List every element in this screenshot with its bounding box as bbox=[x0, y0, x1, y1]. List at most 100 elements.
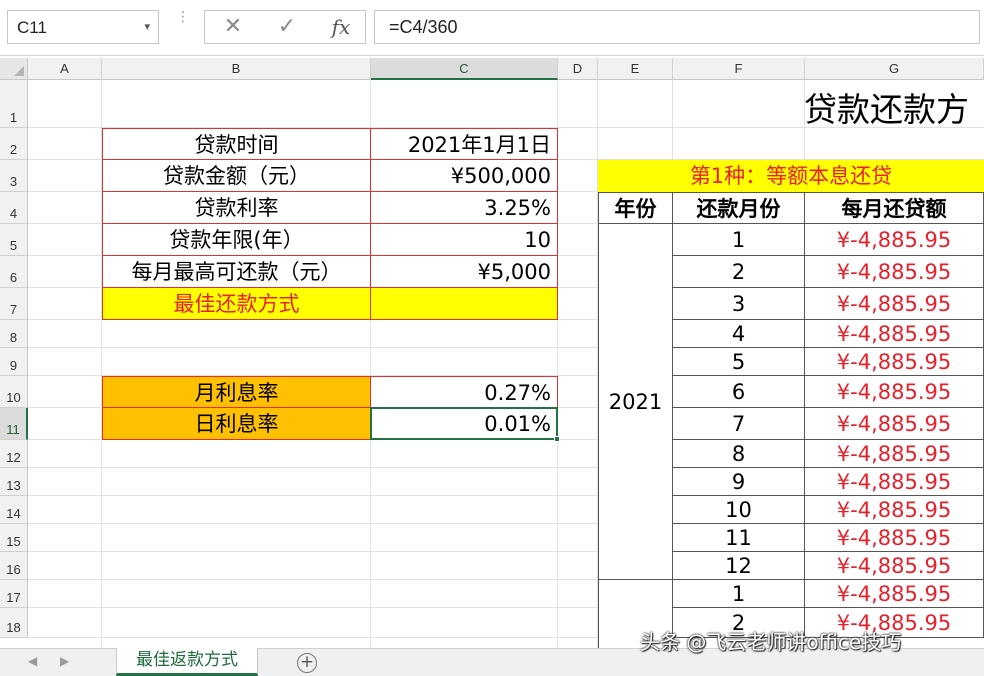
payment-cell[interactable]: ¥-4,885.95 bbox=[805, 580, 984, 608]
schedule-header-cell[interactable]: 年份 bbox=[598, 192, 673, 224]
param-value-cell[interactable] bbox=[371, 288, 558, 320]
month-cell[interactable]: 3 bbox=[673, 288, 805, 320]
schedule-header-cell[interactable]: 还款月份 bbox=[673, 192, 805, 224]
month-cell[interactable]: 4 bbox=[673, 320, 805, 348]
payment-cell[interactable]: ¥-4,885.95 bbox=[805, 468, 984, 496]
month-cell[interactable]: 11 bbox=[673, 524, 805, 552]
check-icon[interactable]: ✓ bbox=[267, 14, 307, 40]
payment-cell[interactable]: ¥-4,885.95 bbox=[805, 440, 984, 468]
formula-bar: C11 ▾ ⋮ ✕ ✓ fx =C4/360 bbox=[0, 0, 984, 56]
insert-function-icon[interactable]: fx bbox=[321, 14, 361, 40]
row-number: 6 bbox=[9, 270, 18, 285]
year-cell[interactable]: 2021 bbox=[598, 224, 673, 580]
formula-text: =C4/360 bbox=[389, 17, 458, 37]
payment-cell[interactable]: ¥-4,885.95 bbox=[805, 224, 984, 256]
row-header-14[interactable]: 14 bbox=[0, 496, 28, 524]
row-header-6[interactable]: 6 bbox=[0, 256, 28, 288]
row-number: 7 bbox=[9, 302, 18, 317]
param-value-cell[interactable]: ¥5,000 bbox=[371, 256, 558, 288]
param-label-cell[interactable]: 最佳还款方式 bbox=[102, 288, 371, 320]
select-all-corner[interactable] bbox=[0, 58, 28, 80]
payment-cell[interactable]: ¥-4,885.95 bbox=[805, 348, 984, 376]
row-header-4[interactable]: 4 bbox=[0, 192, 28, 224]
param-label-cell[interactable]: 贷款金额（元） bbox=[102, 160, 371, 192]
name-box[interactable]: C11 ▾ bbox=[7, 10, 159, 44]
row-header-9[interactable]: 9 bbox=[0, 348, 28, 376]
watermark: 头条 @飞云老师讲office技巧 bbox=[640, 630, 902, 654]
name-box-value: C11 bbox=[17, 18, 47, 37]
row-number: 3 bbox=[9, 174, 18, 189]
row-header-10[interactable]: 10 bbox=[0, 376, 28, 408]
sheet-tab-active[interactable]: 最佳返款方式 bbox=[116, 648, 258, 676]
month-cell[interactable]: 7 bbox=[673, 408, 805, 440]
column-header-b[interactable]: B bbox=[102, 58, 371, 80]
formula-buttons: ✕ ✓ fx bbox=[204, 10, 366, 44]
payment-cell[interactable]: ¥-4,885.95 bbox=[805, 552, 984, 580]
selected-cell-outline bbox=[370, 407, 558, 440]
sheet-title[interactable]: 贷款还款方 bbox=[804, 83, 969, 131]
month-cell[interactable]: 8 bbox=[673, 440, 805, 468]
param-label-cell[interactable]: 每月最高可还款（元） bbox=[102, 256, 371, 288]
add-sheet-icon[interactable]: + bbox=[297, 653, 317, 673]
param-label-cell[interactable]: 贷款利率 bbox=[102, 192, 371, 224]
column-header-a[interactable]: A bbox=[28, 58, 102, 80]
payment-cell[interactable]: ¥-4,885.95 bbox=[805, 376, 984, 408]
param-value-cell[interactable]: 10 bbox=[371, 224, 558, 256]
row-header-17[interactable]: 17 bbox=[0, 580, 28, 608]
month-cell[interactable]: 12 bbox=[673, 552, 805, 580]
more-options-icon[interactable]: ⋮ bbox=[176, 10, 190, 24]
row-header-8[interactable]: 8 bbox=[0, 320, 28, 348]
row-number: 16 bbox=[6, 562, 21, 577]
row-header-5[interactable]: 5 bbox=[0, 224, 28, 256]
payment-cell[interactable]: ¥-4,885.95 bbox=[805, 256, 984, 288]
worksheet-grid[interactable]: ABCDEFG 1 2 3 4 5 6 7 8 9 10 11 12 13 14 15 16 17 18 贷款时间… bbox=[0, 58, 984, 648]
month-cell[interactable]: 9 bbox=[673, 468, 805, 496]
param-value-cell[interactable]: 2021年1月1日 bbox=[371, 128, 558, 160]
schedule-header-cell[interactable]: 每月还贷额 bbox=[805, 192, 984, 224]
column-header-e[interactable]: E bbox=[598, 58, 673, 80]
row-header-1[interactable]: 1 bbox=[0, 80, 28, 128]
next-sheet-icon[interactable]: ▶ bbox=[60, 654, 69, 668]
row-number: 12 bbox=[6, 450, 21, 465]
rate-label-cell[interactable]: 月利息率 bbox=[102, 376, 371, 408]
payment-cell[interactable]: ¥-4,885.95 bbox=[805, 288, 984, 320]
month-cell[interactable]: 6 bbox=[673, 376, 805, 408]
param-label-cell[interactable]: 贷款时间 bbox=[102, 128, 371, 160]
row-header-3[interactable]: 3 bbox=[0, 160, 28, 192]
payment-cell[interactable]: ¥-4,885.95 bbox=[805, 320, 984, 348]
row-number: 18 bbox=[6, 620, 21, 635]
row-header-11[interactable]: 11 bbox=[0, 408, 28, 440]
rate-label-cell[interactable]: 日利息率 bbox=[102, 408, 371, 440]
month-cell[interactable]: 1 bbox=[673, 580, 805, 608]
formula-input[interactable]: =C4/360 bbox=[374, 10, 980, 44]
payment-cell[interactable]: ¥-4,885.95 bbox=[805, 496, 984, 524]
payment-cell[interactable]: ¥-4,885.95 bbox=[805, 524, 984, 552]
row-header-7[interactable]: 7 bbox=[0, 288, 28, 320]
payment-cell[interactable]: ¥-4,885.95 bbox=[805, 408, 984, 440]
param-value-cell[interactable]: 3.25% bbox=[371, 192, 558, 224]
column-header-d[interactable]: D bbox=[558, 58, 598, 80]
month-cell[interactable]: 1 bbox=[673, 224, 805, 256]
row-header-15[interactable]: 15 bbox=[0, 524, 28, 552]
cancel-icon[interactable]: ✕ bbox=[213, 14, 253, 40]
column-header-c[interactable]: C bbox=[371, 58, 558, 80]
param-label-cell[interactable]: 贷款年限(年） bbox=[102, 224, 371, 256]
row-header-16[interactable]: 16 bbox=[0, 552, 28, 580]
column-header-g[interactable]: G bbox=[805, 58, 984, 80]
row-header-18[interactable]: 18 bbox=[0, 608, 28, 638]
row-header-2[interactable]: 2 bbox=[0, 128, 28, 160]
column-header-f[interactable]: F bbox=[673, 58, 805, 80]
row-header-13[interactable]: 13 bbox=[0, 468, 28, 496]
schedule-heading[interactable]: 第1种：等额本息还贷 bbox=[598, 160, 984, 192]
row-header-12[interactable]: 12 bbox=[0, 440, 28, 468]
month-cell[interactable]: 5 bbox=[673, 348, 805, 376]
fill-handle[interactable] bbox=[554, 436, 560, 442]
prev-sheet-icon[interactable]: ◀ bbox=[28, 654, 37, 668]
row-number: 14 bbox=[6, 506, 21, 521]
chevron-down-icon[interactable]: ▾ bbox=[144, 20, 150, 33]
month-cell[interactable]: 10 bbox=[673, 496, 805, 524]
row-number: 10 bbox=[6, 390, 21, 405]
param-value-cell[interactable]: ¥500,000 bbox=[371, 160, 558, 192]
month-cell[interactable]: 2 bbox=[673, 256, 805, 288]
rate-value-cell[interactable]: 0.27% bbox=[371, 376, 558, 408]
